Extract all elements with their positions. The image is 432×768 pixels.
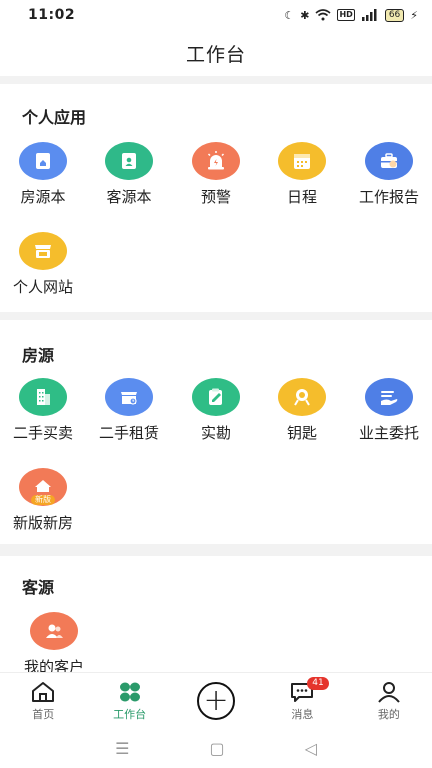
section-clients: 客源 我的客户 [0,556,432,676]
app-owner-entrust[interactable]: 业主委托 [346,378,432,443]
profile-icon [378,681,400,703]
home-square-icon[interactable]: ▢ [209,739,224,758]
new-version-tag: 新版 [31,495,55,505]
section-title: 个人应用 [22,108,87,127]
tab-label: 消息 [291,707,314,721]
hd-icon: HD [337,9,355,21]
app-label: 预警 [200,188,231,206]
building-icon [19,378,67,416]
calendar-icon [278,142,326,180]
page-title: 工作台 [185,43,246,66]
section-housing: 房源 二手买卖 二手租赁 实勘 钥匙 业主委托 新版 新版新房 [0,320,432,544]
app-label: 钥匙 [286,424,317,442]
new-house-icon: 新版 [19,468,67,506]
entrust-icon [365,378,413,416]
tab-label: 工作台 [113,707,147,721]
section-title: 房源 [22,346,55,365]
bluetooth-icon: ✱ [300,8,310,22]
add-icon: + [197,681,236,720]
app-house-book[interactable]: 房源本 [0,142,86,207]
menu-icon[interactable]: ☰ [115,739,129,758]
client-book-icon [105,142,153,180]
app-label: 二手租赁 [98,424,159,442]
app-secondhand-rental[interactable]: 二手租赁 [86,378,172,443]
house-book-icon [19,142,67,180]
tab-mine[interactable]: 我的 [346,673,432,728]
app-schedule[interactable]: 日程 [259,142,345,207]
app-label: 新版新房 [12,514,73,532]
my-clients-icon [30,612,78,650]
home-icon [32,681,55,702]
status-time: 11:02 [28,7,76,23]
app-new-house[interactable]: 新版 新版新房 [0,468,86,533]
app-label: 日程 [286,188,317,206]
tab-add[interactable]: + [173,673,259,728]
signal-icon [361,9,377,21]
app-my-clients[interactable]: 我的客户 [11,612,97,677]
section-personal-apps: 个人应用 房源本 客源本 预警 日程 工作报告 个人网站 [0,84,432,312]
app-label: 二手买卖 [12,424,73,442]
app-alert[interactable]: 预警 [173,142,259,207]
app-label: 工作报告 [358,188,419,206]
status-icons: ☾ ✱ HD 66 ⚡ [284,8,418,22]
app-label: 个人网站 [12,278,73,296]
app-keys[interactable]: 钥匙 [259,378,345,443]
app-label: 业主委托 [358,424,419,442]
app-label: 房源本 [20,188,66,206]
charging-icon: ⚡ [410,8,418,22]
moon-icon: ☾ [284,8,295,22]
battery-icon: 66 [384,8,405,22]
survey-icon [192,378,240,416]
tab-label: 首页 [32,707,55,721]
message-count-badge: 41 [307,677,329,690]
tab-label: 我的 [377,707,400,721]
bottom-tab-bar: 首页 工作台 + 41 消息 我的 [0,672,432,728]
key-icon [278,378,326,416]
app-personal-site[interactable]: 个人网站 [0,232,86,297]
briefcase-icon [365,142,413,180]
workbench-icon [119,682,140,701]
status-bar: 11:02 ☾ ✱ HD 66 ⚡ [0,0,432,30]
app-label: 客源本 [106,188,152,206]
tab-messages[interactable]: 41 消息 [259,673,345,728]
section-title: 客源 [22,578,55,597]
storefront-icon [19,232,67,270]
tab-workbench[interactable]: 工作台 [86,673,172,728]
wifi-icon [315,9,331,21]
tab-home[interactable]: 首页 [0,673,86,728]
rental-icon [105,378,153,416]
back-icon[interactable]: ◁ [305,739,317,758]
app-client-book[interactable]: 客源本 [86,142,172,207]
app-survey[interactable]: 实勘 [173,378,259,443]
app-label: 实勘 [200,424,231,442]
alarm-icon [192,142,240,180]
system-nav-bar: ☰ ▢ ◁ [0,728,432,768]
app-secondhand-sale[interactable]: 二手买卖 [0,378,86,443]
page-header: 工作台 [0,30,432,76]
app-work-report[interactable]: 工作报告 [346,142,432,207]
